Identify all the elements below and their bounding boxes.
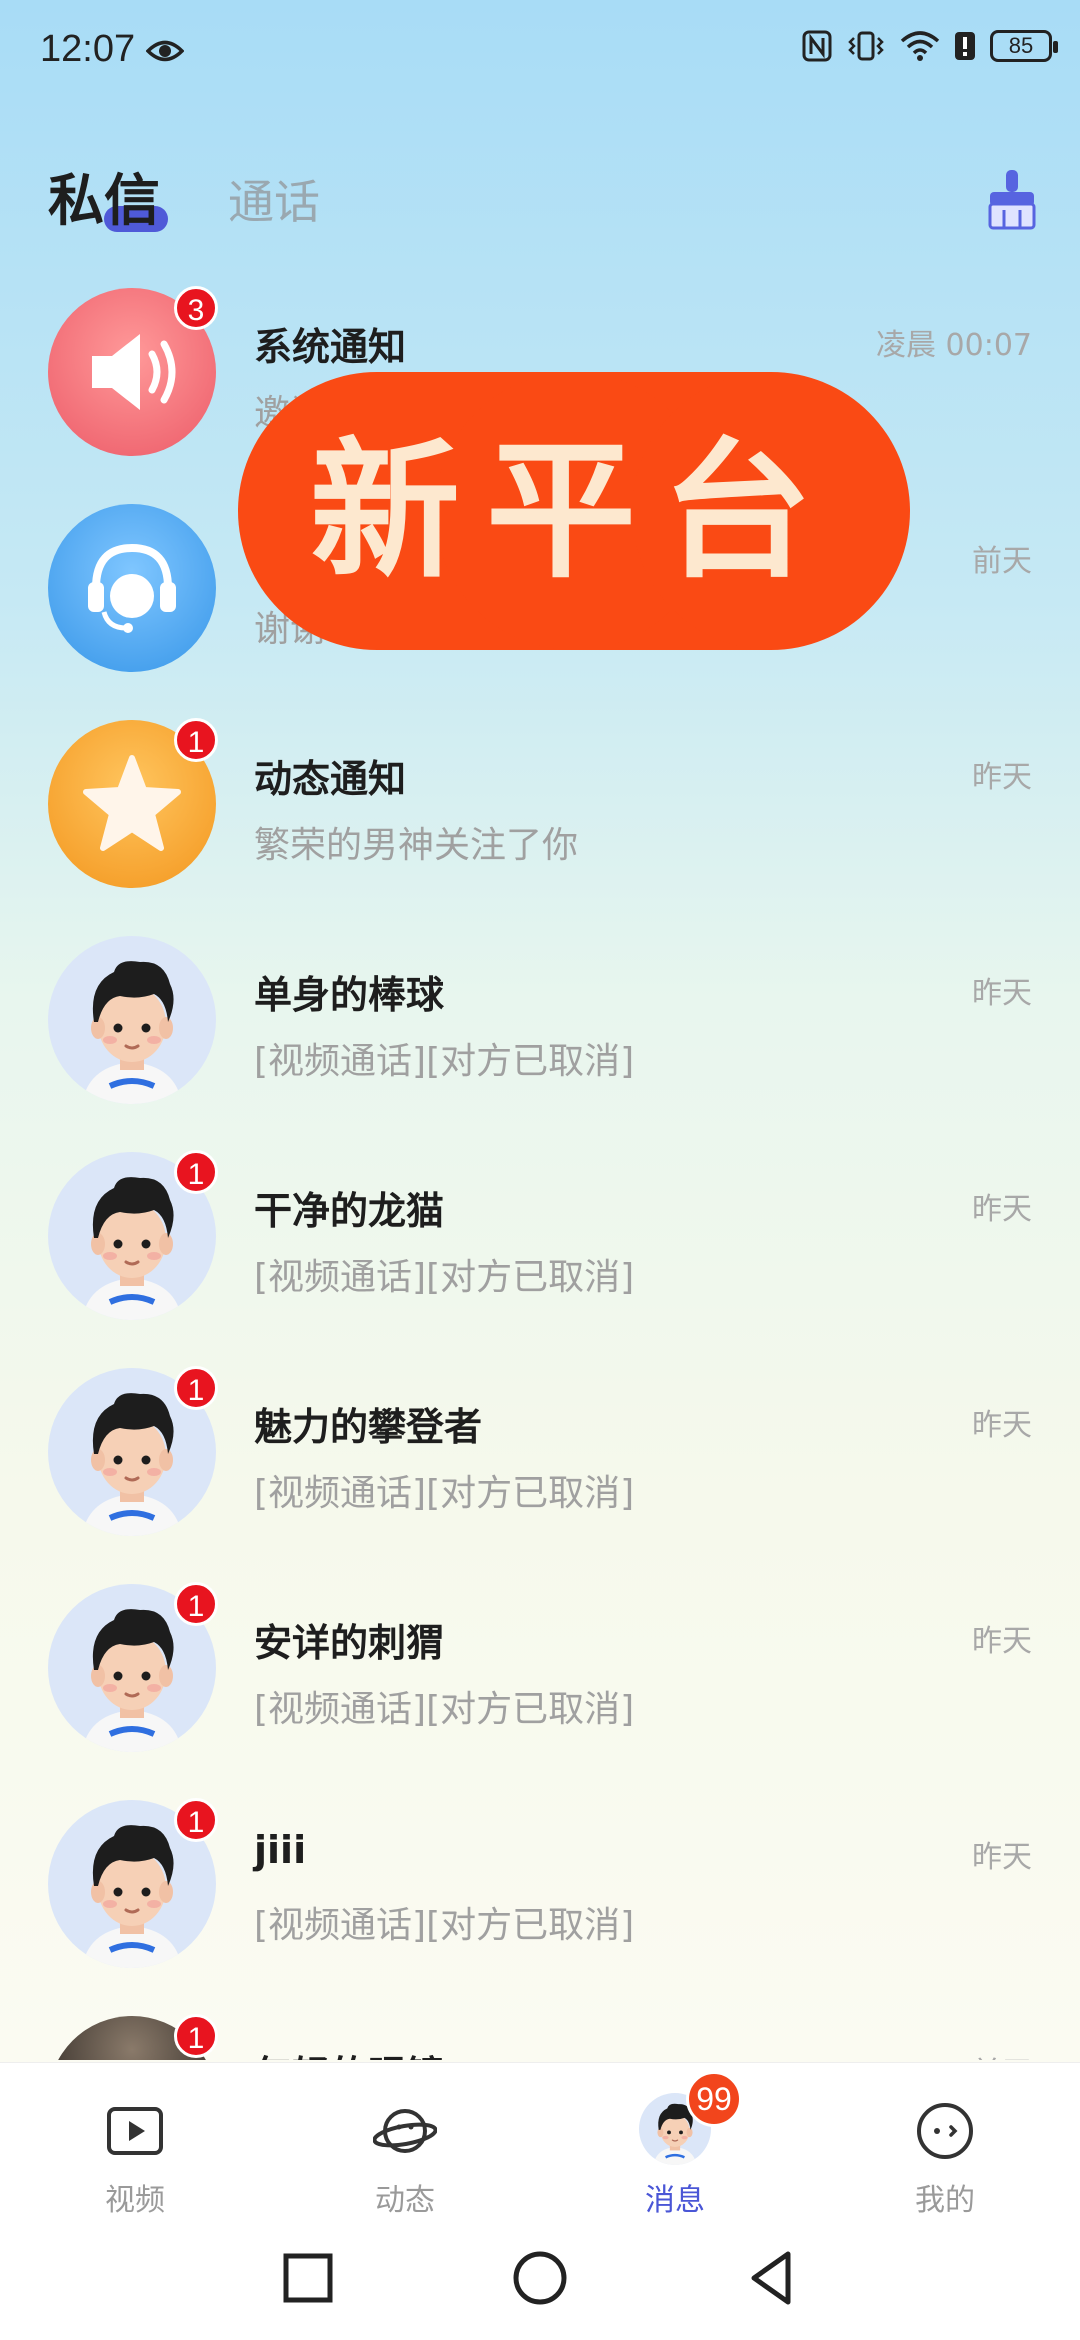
list-item[interactable]: 1 jiii 昨天 [视频通话][对方已取消] xyxy=(0,1792,1080,2008)
conversation-time: 昨天 xyxy=(972,1408,1032,1443)
conversation-time: 昨天 xyxy=(972,1840,1032,1875)
home-icon[interactable] xyxy=(510,2248,570,2308)
list-item[interactable]: 1 年轻的眼镜 前天 xyxy=(0,2008,1080,2060)
list-item[interactable]: 单身的棒球 昨天 [视频通话][对方已取消] xyxy=(0,928,1080,1144)
header: 私信 通话 xyxy=(0,150,1080,270)
conversation-name: 动态通知 xyxy=(254,757,407,801)
conversation-preview: [视频通话][对方已取消] xyxy=(254,1041,635,1082)
conversation-preview: [视频通话][对方已取消] xyxy=(254,1257,635,1298)
promo-banner[interactable]: 新平台 xyxy=(238,372,910,650)
promo-text: 新平台 xyxy=(309,423,838,599)
conversation-preview: [视频通话][对方已取消] xyxy=(254,1689,635,1730)
user-avatar xyxy=(48,936,216,1104)
back-icon[interactable] xyxy=(742,2248,802,2308)
video-play-icon xyxy=(107,2107,163,2155)
nav-label: 动态 xyxy=(375,2183,435,2218)
conversation-preview: [视频通话][对方已取消] xyxy=(254,1905,635,1946)
conversation-time: 昨天 xyxy=(972,1192,1032,1227)
unread-badge: 3 xyxy=(174,286,218,330)
nav-item-video[interactable]: 视频 xyxy=(0,2063,270,2223)
bottom-nav: 视频 动态 99 消息 我的 xyxy=(0,2062,1080,2222)
conversation-preview: 繁荣的男神关注了你 xyxy=(254,825,579,866)
wifi-icon xyxy=(900,31,940,61)
nav-label: 消息 xyxy=(645,2183,705,2218)
face-icon xyxy=(917,2103,973,2159)
planet-icon xyxy=(373,2109,437,2153)
tab-private-messages[interactable]: 私信 xyxy=(48,156,160,237)
status-icons: 85 xyxy=(802,30,1058,62)
status-bar: 12:07 85 xyxy=(0,0,1080,110)
conversation-time: 昨天 xyxy=(972,976,1032,1011)
broom-icon[interactable] xyxy=(984,168,1040,232)
conversation-name: jiii xyxy=(254,1828,307,1872)
conversation-time: 昨天 xyxy=(972,1624,1032,1659)
nav-item-moments[interactable]: 动态 xyxy=(270,2063,540,2223)
nav-item-messages[interactable]: 99 消息 xyxy=(540,2063,810,2223)
conversation-name: 安详的刺猬 xyxy=(254,1621,445,1665)
battery-icon: 85 xyxy=(990,30,1058,62)
conversation-name: 魅力的攀登者 xyxy=(254,1405,483,1449)
tab-calls[interactable]: 通话 xyxy=(228,166,320,232)
unread-badge: 1 xyxy=(174,718,218,762)
system-nav-bar xyxy=(0,2222,1080,2340)
conversation-name: 年轻的眼镜 xyxy=(254,2044,444,2060)
conversation-name: 单身的棒球 xyxy=(254,973,445,1017)
recent-apps-icon[interactable] xyxy=(278,2248,338,2308)
nav-label: 视频 xyxy=(105,2183,165,2218)
messages-count-badge: 99 xyxy=(686,2071,742,2127)
list-item[interactable]: 1 动态通知 昨天 繁荣的男神关注了你 xyxy=(0,712,1080,928)
unread-badge: 1 xyxy=(174,1366,218,1410)
status-time: 12:07 xyxy=(40,28,136,70)
unread-badge: 1 xyxy=(174,2014,218,2058)
unread-badge: 1 xyxy=(174,1582,218,1626)
conversation-time: 凌晨 00:07 xyxy=(876,328,1032,363)
alert-icon xyxy=(955,32,975,60)
conversation-name: 系统通知 xyxy=(254,325,407,369)
list-item[interactable]: 1 干净的龙猫 昨天 [视频通话][对方已取消] xyxy=(0,1144,1080,1360)
nav-label: 我的 xyxy=(915,2183,975,2218)
unread-badge: 1 xyxy=(174,1798,218,1842)
conversation-time: 昨天 xyxy=(972,760,1032,795)
vibrate-icon xyxy=(848,31,884,61)
conversation-time: 前天 xyxy=(972,2048,1032,2060)
conversation-name: 干净的龙猫 xyxy=(254,1189,445,1233)
conversation-preview: [视频通话][对方已取消] xyxy=(254,1473,635,1514)
eye-icon xyxy=(146,40,184,62)
list-item[interactable]: 1 安详的刺猬 昨天 [视频通话][对方已取消] xyxy=(0,1576,1080,1792)
nfc-icon xyxy=(802,30,832,62)
nav-item-me[interactable]: 我的 xyxy=(810,2063,1080,2223)
customer-service-icon xyxy=(48,504,216,672)
list-item[interactable]: 1 魅力的攀登者 昨天 [视频通话][对方已取消] xyxy=(0,1360,1080,1576)
unread-badge: 1 xyxy=(174,1150,218,1194)
conversation-time: 前天 xyxy=(972,544,1032,579)
